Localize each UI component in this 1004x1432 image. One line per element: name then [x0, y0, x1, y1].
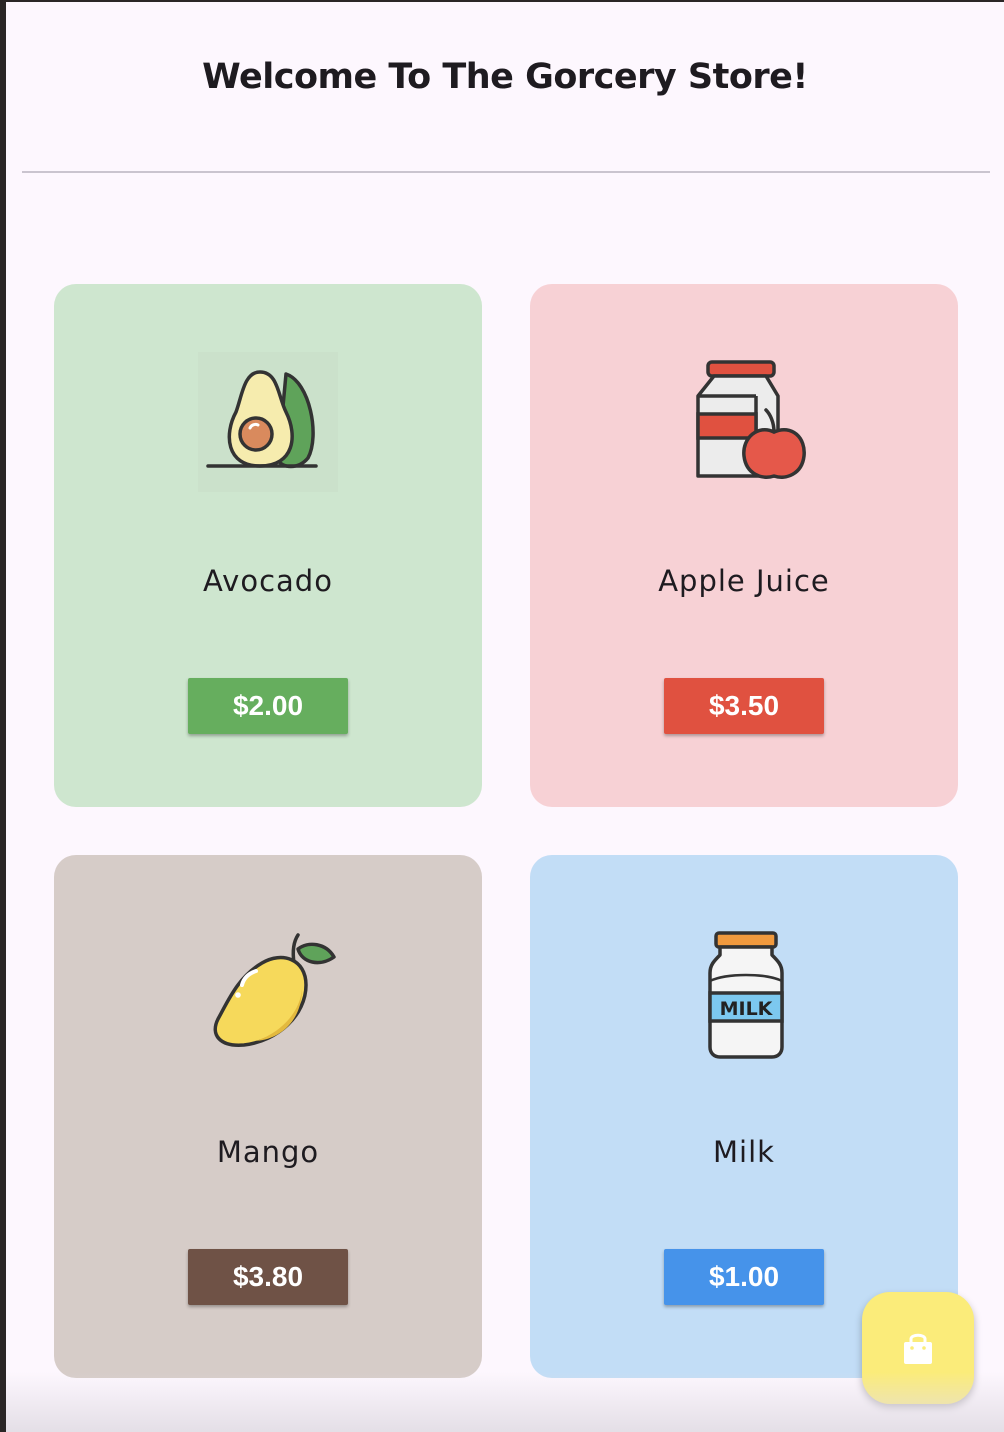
cart-button[interactable] — [862, 1292, 974, 1404]
shopping-bag-icon — [904, 1333, 932, 1364]
svg-text:MILK: MILK — [720, 998, 774, 1020]
product-name: Milk — [713, 1135, 775, 1169]
avocado-icon — [198, 352, 338, 492]
header-divider — [22, 171, 990, 173]
product-name: Mango — [216, 1135, 320, 1169]
product-name: Apple Juice — [658, 564, 830, 598]
product-card-apple-juice[interactable]: Apple Juice $3.50 — [530, 284, 958, 807]
bottom-scroll-fade — [6, 1372, 1004, 1432]
mango-icon — [198, 923, 338, 1063]
add-apple-juice-price-button[interactable]: $3.50 — [664, 678, 824, 734]
page-title: Welcome To The Gorcery Store! — [202, 57, 808, 97]
product-name: Avocado — [203, 564, 333, 598]
add-mango-price-button[interactable]: $3.80 — [188, 1249, 348, 1305]
grocery-app: Welcome To The Gorcery Store! Avocado $2… — [6, 2, 1004, 1432]
product-card-mango[interactable]: Mango $3.80 — [54, 855, 482, 1378]
add-avocado-price-button[interactable]: $2.00 — [188, 678, 348, 734]
apple-juice-icon — [674, 352, 814, 492]
product-card-avocado[interactable]: Avocado $2.00 — [54, 284, 482, 807]
add-milk-price-button[interactable]: $1.00 — [664, 1249, 824, 1305]
milk-icon: MILK — [674, 923, 814, 1063]
header: Welcome To The Gorcery Store! — [6, 2, 1004, 173]
